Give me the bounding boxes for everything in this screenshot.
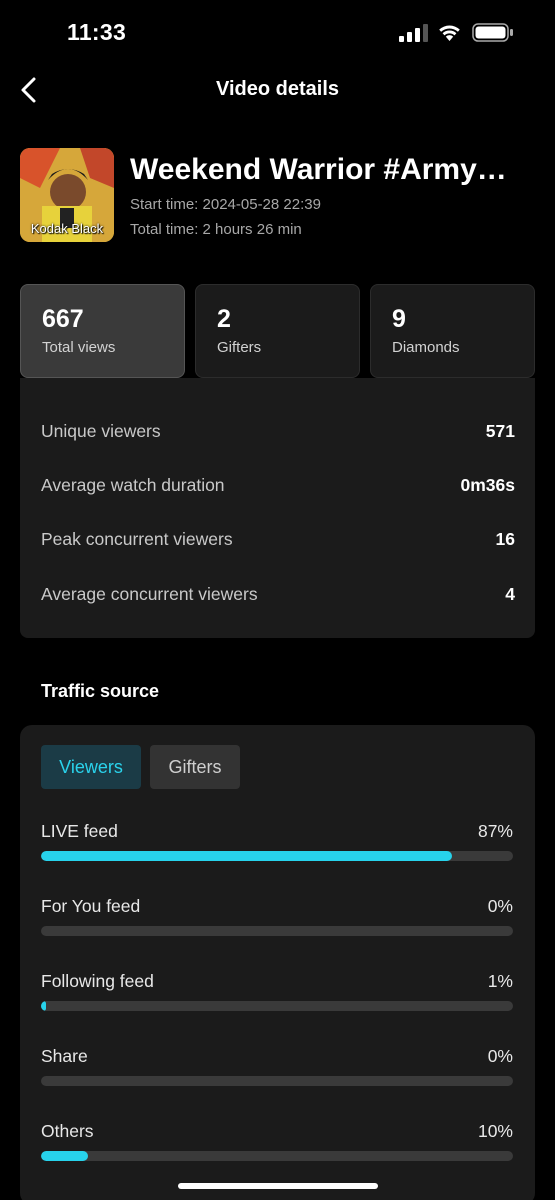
start-time: Start time: 2024-05-28 22:39 [130, 196, 321, 213]
stat-card-total-views[interactable]: 667 Total views [20, 284, 185, 378]
metric-average-concurrent-viewers: Average concurrent viewers 4 [41, 580, 515, 610]
source-percent: 10% [477, 1121, 513, 1141]
stats-panel: 667 Total views 2 Gifters 9 Diamonds Uni… [20, 284, 535, 638]
stream-thumbnail[interactable]: Kodak Black [20, 148, 114, 242]
source-name: Others [41, 1121, 94, 1141]
metric-value: 4 [505, 584, 515, 604]
source-name: LIVE feed [41, 821, 118, 841]
total-time: Total time: 2 hours 26 min [130, 221, 302, 238]
page-title: Video details [215, 78, 339, 100]
metric-value: 0m36s [460, 475, 516, 495]
battery-icon [472, 23, 513, 42]
metric-label: Peak concurrent viewers [41, 529, 233, 549]
traffic-source-panel: Viewers Gifters LIVE feed 87% For You fe… [20, 725, 535, 1200]
metric-peak-concurrent-viewers: Peak concurrent viewers 16 [41, 525, 515, 555]
stream-title: Weekend Warrior #Army… [130, 153, 507, 186]
metric-label: Average watch duration [41, 475, 225, 495]
progress-track [41, 851, 513, 861]
stat-value: 2 [217, 305, 231, 333]
stat-card-diamonds[interactable]: 9 Diamonds [370, 284, 535, 378]
progress-fill [41, 851, 452, 861]
progress-track [41, 1001, 513, 1011]
metric-average-watch-duration: Average watch duration 0m36s [41, 471, 515, 501]
source-percent: 0% [487, 1046, 513, 1066]
progress-fill [41, 1001, 46, 1011]
traffic-source-live-feed: LIVE feed 87% [41, 821, 513, 881]
progress-track [41, 1076, 513, 1086]
metric-label: Unique viewers [41, 421, 161, 441]
stream-header: Kodak Black Weekend Warrior #Army… Start… [20, 148, 535, 244]
metric-label: Average concurrent viewers [41, 584, 258, 604]
progress-track [41, 1151, 513, 1161]
metric-unique-viewers: Unique viewers 571 [41, 417, 515, 447]
source-name: Share [41, 1046, 88, 1066]
traffic-source-heading: Traffic source [41, 681, 160, 701]
wifi-icon [439, 25, 460, 41]
stat-label: Diamonds [392, 339, 460, 356]
tab-viewers[interactable]: Viewers [41, 745, 141, 789]
home-indicator[interactable] [178, 1183, 378, 1189]
stat-label: Gifters [217, 339, 262, 356]
progress-track [41, 926, 513, 936]
traffic-source-for-you-feed: For You feed 0% [41, 896, 513, 956]
stat-card-gifters[interactable]: 2 Gifters [195, 284, 360, 378]
stat-label: Total views [42, 339, 116, 356]
source-percent: 1% [487, 971, 513, 991]
source-name: Following feed [41, 971, 154, 991]
source-percent: 87% [477, 821, 513, 841]
metric-value: 571 [485, 421, 515, 441]
traffic-source-others: Others 10% [41, 1121, 513, 1181]
cellular-signal-icon [399, 24, 428, 42]
traffic-source-share: Share 0% [41, 1046, 513, 1106]
stat-value: 667 [42, 305, 84, 333]
stat-value: 9 [392, 305, 406, 333]
source-name: For You feed [41, 896, 141, 916]
tab-gifters[interactable]: Gifters [150, 745, 240, 789]
metric-value: 16 [495, 529, 515, 549]
status-bar: 11:33 [0, 0, 555, 66]
thumbnail-caption: Kodak Black [30, 221, 104, 236]
status-time: 11:33 [67, 19, 127, 45]
progress-fill [41, 1151, 88, 1161]
nav-bar: Video details [0, 66, 555, 114]
source-percent: 0% [487, 896, 513, 916]
traffic-source-following-feed: Following feed 1% [41, 971, 513, 1031]
